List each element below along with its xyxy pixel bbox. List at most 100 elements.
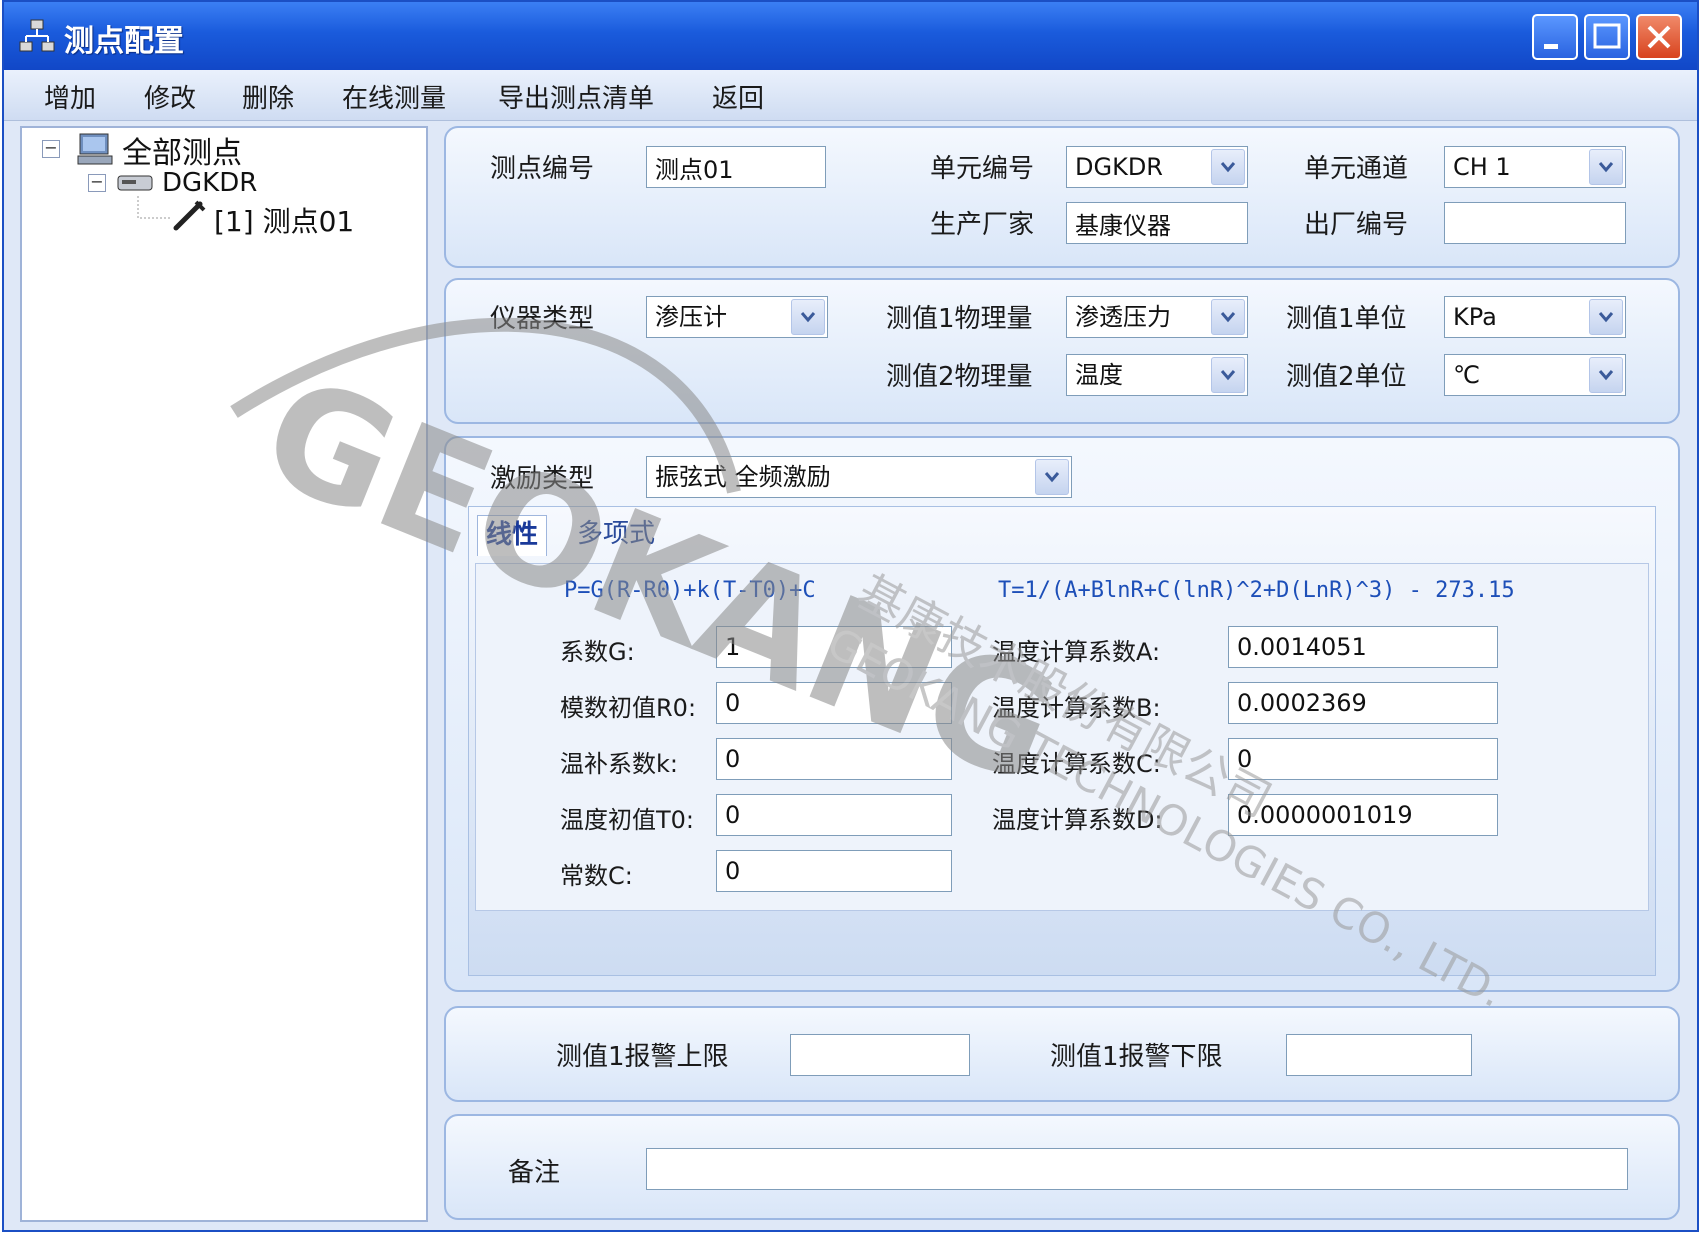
tree-root-label[interactable]: 全部测点 xyxy=(122,128,242,172)
window: 测点配置 增加 修改 删除 在线测量 导出测点清单 返回 − 全部测点 − DG… xyxy=(2,0,1699,1232)
minimize-icon xyxy=(1544,44,1558,49)
linear-tab-content: P=G(R-R0)+k(T-T0)+C T=1/(A+BlnR+C(lnR)^2… xyxy=(475,563,1649,911)
coef-r0-label: 模数初值R0: xyxy=(560,694,697,722)
chevron-down-icon[interactable] xyxy=(1211,357,1245,393)
temp-coef-a-label: 温度计算系数A: xyxy=(992,638,1161,666)
coef-t0-label: 温度初值T0: xyxy=(560,806,695,834)
chevron-down-icon[interactable] xyxy=(791,299,825,335)
alarm-upper-label: 测值1报警上限 xyxy=(556,1042,729,1072)
point-id-label: 测点编号 xyxy=(490,154,595,184)
tab-polynomial[interactable]: 多项式 xyxy=(569,515,663,555)
instrument-type-value: 渗压计 xyxy=(655,303,727,331)
menu-edit[interactable]: 修改 xyxy=(144,78,196,115)
m2-unit-combo[interactable]: ℃ xyxy=(1444,354,1626,396)
maker-label: 生产厂家 xyxy=(930,210,1035,240)
tree-unit-label[interactable]: DGKDR xyxy=(162,168,257,198)
unit-id-combo[interactable]: DGKDR xyxy=(1066,146,1248,188)
computer-icon xyxy=(77,133,113,165)
temp-coef-b-label: 温度计算系数B: xyxy=(992,694,1161,722)
temp-coef-d-label: 温度计算系数D: xyxy=(992,806,1163,834)
window-title: 测点配置 xyxy=(64,24,184,59)
excitation-type-combo[interactable]: 振弦式 全频激励 xyxy=(646,456,1072,498)
close-button[interactable] xyxy=(1636,14,1682,60)
menu-add[interactable]: 增加 xyxy=(44,78,96,115)
menu-delete[interactable]: 删除 xyxy=(242,78,294,115)
excitation-type-value: 振弦式 全频激励 xyxy=(655,463,831,491)
basic-info-panel: 测点编号 单元编号 DGKDR 单元通道 CH 1 生产厂家 出厂编号 xyxy=(444,126,1680,268)
menu-return[interactable]: 返回 xyxy=(712,78,764,115)
m1-unit-value: KPa xyxy=(1453,303,1497,331)
chevron-down-icon[interactable] xyxy=(1589,149,1623,185)
tree-point-label[interactable]: [1] 测点01 xyxy=(214,200,354,240)
temp-coef-a-field[interactable] xyxy=(1228,626,1498,668)
temp-coef-c-label: 温度计算系数C: xyxy=(992,750,1161,778)
alarm-lower-field[interactable] xyxy=(1286,1034,1472,1076)
excitation-type-label: 激励类型 xyxy=(490,464,595,494)
instrument-panel: 仪器类型 渗压计 测值1物理量 渗透压力 测值1单位 KPa 测值2物理量 温度… xyxy=(444,278,1680,424)
temp-coef-b-field[interactable] xyxy=(1228,682,1498,724)
m2-unit-label: 测值2单位 xyxy=(1286,362,1407,392)
coef-c-label: 常数C: xyxy=(560,862,633,890)
tree-collapse-unit[interactable]: − xyxy=(88,174,106,192)
alarm-panel: 测值1报警上限 测值1报警下限 xyxy=(444,1006,1680,1102)
alarm-upper-field[interactable] xyxy=(790,1034,970,1076)
network-icon xyxy=(19,19,55,52)
coef-r0-field[interactable] xyxy=(716,682,952,724)
instrument-type-label: 仪器类型 xyxy=(490,304,595,334)
channel-value: CH 1 xyxy=(1453,153,1511,181)
point-id-field[interactable] xyxy=(646,146,826,188)
serial-label: 出厂编号 xyxy=(1304,210,1409,240)
coef-c-field[interactable] xyxy=(716,850,952,892)
chevron-down-icon[interactable] xyxy=(1589,299,1623,335)
device-icon xyxy=(117,175,153,191)
alarm-lower-label: 测值1报警下限 xyxy=(1050,1042,1223,1072)
point-tree[interactable]: − 全部测点 − DGKDR [1] 测点01 xyxy=(20,126,428,1222)
temp-coef-c-field[interactable] xyxy=(1228,738,1498,780)
m1-quantity-value: 渗透压力 xyxy=(1075,303,1171,331)
m1-quantity-label: 测值1物理量 xyxy=(886,304,1033,334)
tab-linear[interactable]: 线性 xyxy=(477,515,548,556)
tree-connector xyxy=(137,196,170,219)
remark-panel: 备注 xyxy=(444,1114,1680,1220)
m2-quantity-label: 测值2物理量 xyxy=(886,362,1033,392)
close-icon xyxy=(1647,25,1671,49)
menu-export-list[interactable]: 导出测点清单 xyxy=(498,78,654,115)
chevron-down-icon[interactable] xyxy=(1211,149,1245,185)
m1-unit-label: 测值1单位 xyxy=(1286,304,1407,334)
unit-id-value: DGKDR xyxy=(1075,153,1163,181)
m2-quantity-value: 温度 xyxy=(1075,361,1123,389)
channel-label: 单元通道 xyxy=(1304,154,1409,184)
menu-bar: 增加 修改 删除 在线测量 导出测点清单 返回 xyxy=(4,70,1697,121)
temp-coef-d-field[interactable] xyxy=(1228,794,1498,836)
coef-k-field[interactable] xyxy=(716,738,952,780)
m1-quantity-combo[interactable]: 渗透压力 xyxy=(1066,296,1248,338)
m2-quantity-combo[interactable]: 温度 xyxy=(1066,354,1248,396)
channel-combo[interactable]: CH 1 xyxy=(1444,146,1626,188)
title-bar[interactable]: 测点配置 xyxy=(4,2,1697,70)
tree-collapse-root[interactable]: − xyxy=(42,140,60,158)
maximize-button[interactable] xyxy=(1584,14,1630,60)
coef-t0-field[interactable] xyxy=(716,794,952,836)
coef-g-field[interactable] xyxy=(716,626,952,668)
maximize-icon xyxy=(1593,23,1621,49)
excitation-panel: 激励类型 振弦式 全频激励 线性 多项式 P=G(R-R0)+k(T-T0)+C… xyxy=(444,436,1680,992)
unit-id-label: 单元编号 xyxy=(930,154,1035,184)
m2-unit-value: ℃ xyxy=(1453,361,1480,389)
sensor-icon xyxy=(173,200,206,231)
maker-field[interactable] xyxy=(1066,202,1248,244)
remark-field[interactable] xyxy=(646,1148,1628,1190)
menu-online-measure[interactable]: 在线测量 xyxy=(342,78,446,115)
instrument-type-combo[interactable]: 渗压计 xyxy=(646,296,828,338)
chevron-down-icon[interactable] xyxy=(1589,357,1623,393)
coefficient-tabs: 线性 多项式 P=G(R-R0)+k(T-T0)+C T=1/(A+BlnR+C… xyxy=(468,506,1656,976)
minimize-button[interactable] xyxy=(1532,14,1578,60)
coef-k-label: 温补系数k: xyxy=(560,750,678,778)
linear-formula: P=G(R-R0)+k(T-T0)+C xyxy=(564,578,816,603)
chevron-down-icon[interactable] xyxy=(1211,299,1245,335)
serial-field[interactable] xyxy=(1444,202,1626,244)
temperature-formula: T=1/(A+BlnR+C(lnR)^2+D(LnR)^3) - 273.15 xyxy=(998,578,1515,603)
chevron-down-icon[interactable] xyxy=(1035,459,1069,495)
remark-label: 备注 xyxy=(508,1158,561,1188)
m1-unit-combo[interactable]: KPa xyxy=(1444,296,1626,338)
coef-g-label: 系数G: xyxy=(560,638,635,666)
